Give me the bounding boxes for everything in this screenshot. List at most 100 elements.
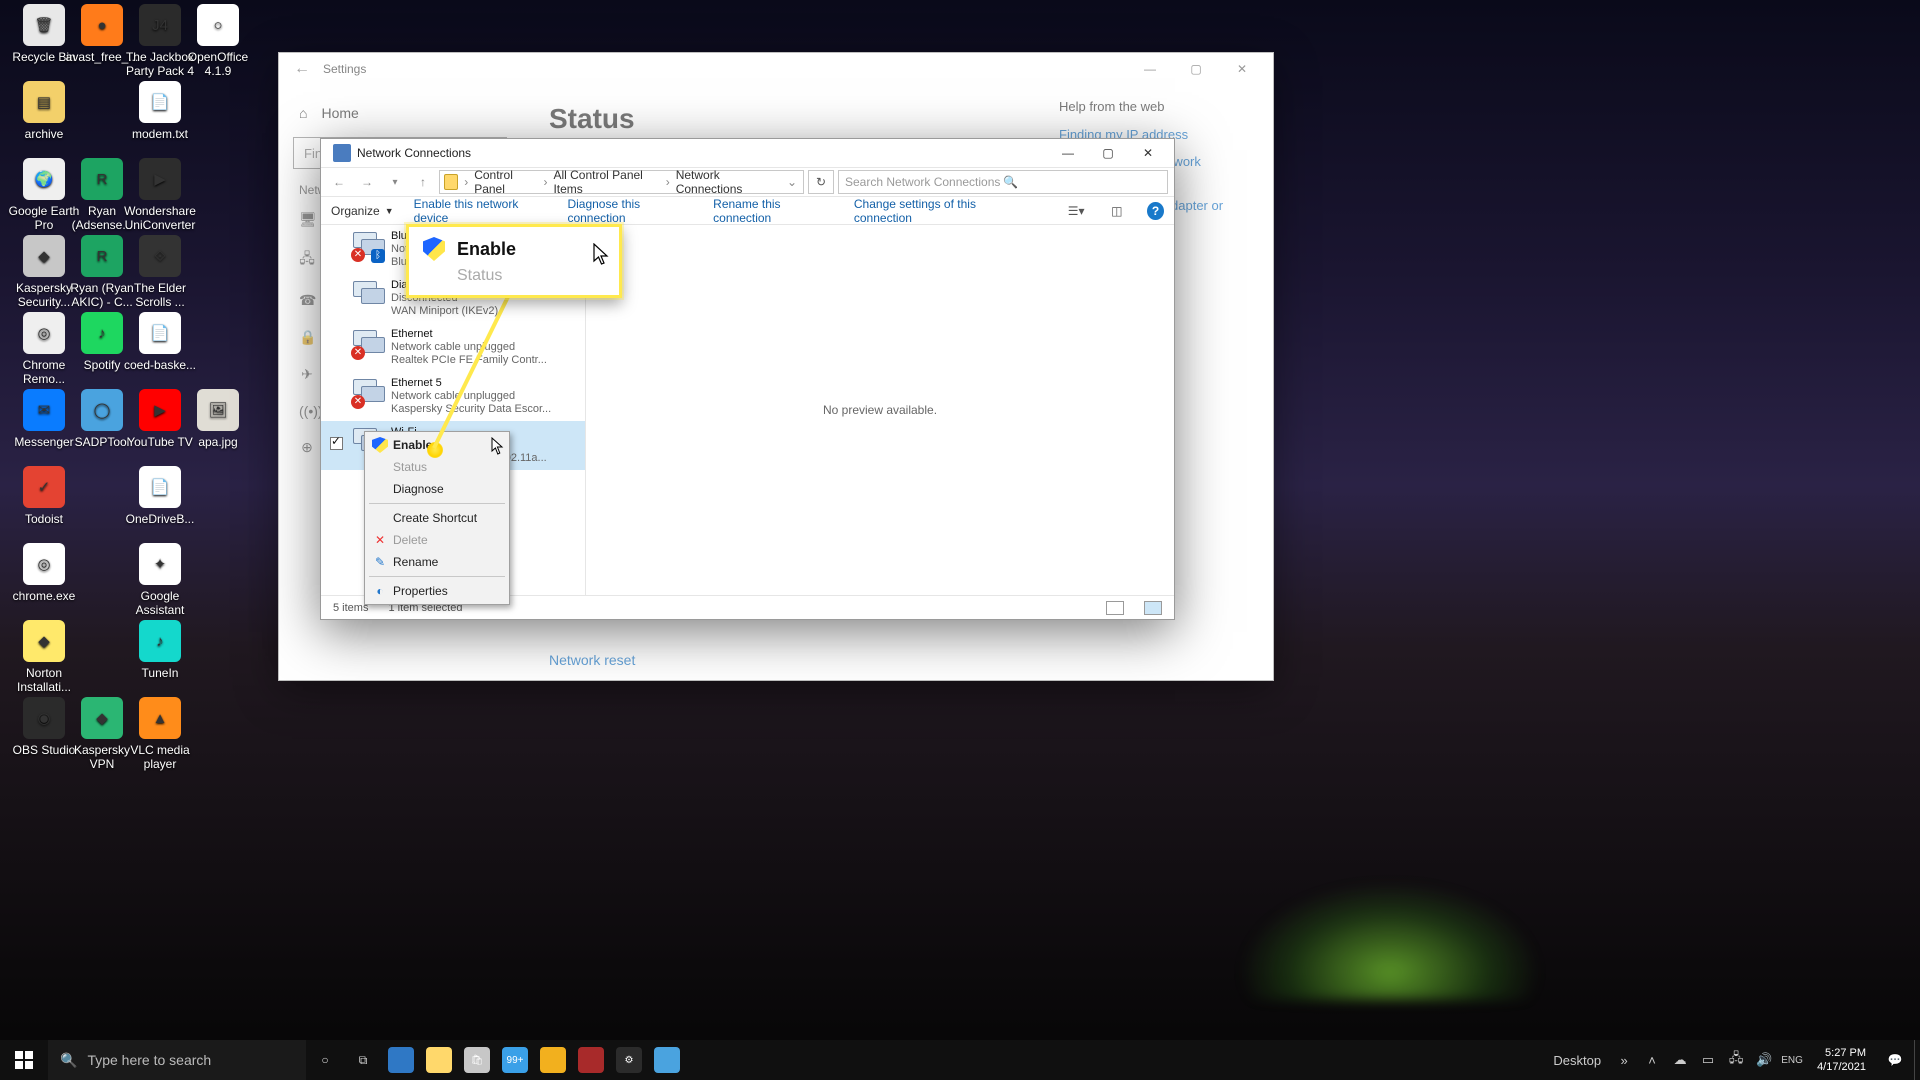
system-tray: Desktop » ˄ ☁ ▭ 🖧 🔊 ENG <box>1549 1049 1807 1071</box>
desktop-icon[interactable]: ✓Todoist <box>6 466 82 526</box>
explorer-titlebar[interactable]: Network Connections ― ▢ ✕ <box>321 139 1174 167</box>
toolbar-enable[interactable]: Enable this network device <box>414 197 548 225</box>
clock-date: 4/17/2021 <box>1817 1060 1866 1074</box>
desktop-icon[interactable]: ▶Wondershare UniConverter <box>122 158 198 232</box>
menu-item-properties[interactable]: ◐Properties <box>367 580 507 602</box>
rename-icon: ✎ <box>372 554 388 570</box>
menu-item-create-shortcut[interactable]: Create Shortcut <box>367 507 507 529</box>
tray-volume-icon[interactable]: 🔊 <box>1753 1052 1775 1068</box>
crumb[interactable]: Control Panel <box>472 168 539 196</box>
desktop-icon[interactable]: ♪TuneIn <box>122 620 198 680</box>
shield-icon <box>423 237 445 261</box>
nav-icon: ((•)) <box>299 403 315 419</box>
checkbox-icon[interactable] <box>330 437 343 450</box>
tray-onedrive-icon[interactable]: ☁ <box>1669 1052 1691 1068</box>
view-tiles-icon[interactable] <box>1144 601 1162 615</box>
menu-item-status: Status <box>367 456 507 478</box>
nav-up[interactable]: ↑ <box>411 175 435 189</box>
nav-icon: 🖥 <box>299 211 315 228</box>
nav-recent[interactable]: ▾ <box>383 177 407 188</box>
enable-callout: Enable Status <box>406 224 622 298</box>
menu-label: Properties <box>393 584 448 598</box>
start-button[interactable] <box>0 1040 48 1080</box>
close-button[interactable]: ✕ <box>1219 54 1265 84</box>
desktop-icon[interactable]: 📄coed-baske... <box>122 312 198 372</box>
toolbar-change[interactable]: Change settings of this connection <box>854 197 1026 225</box>
maximize-button[interactable]: ▢ <box>1173 54 1219 84</box>
tray-overflow-icon[interactable]: » <box>1613 1053 1635 1068</box>
search-input[interactable]: Search Network Connections🔍 <box>838 170 1168 194</box>
desktop-icon[interactable]: ▲VLC media player <box>122 697 198 771</box>
view-details-icon[interactable] <box>1106 601 1124 615</box>
back-button[interactable]: ← <box>287 60 317 78</box>
desktop-icon[interactable]: ▤archive <box>6 81 82 141</box>
desktop-icon[interactable]: ◆Norton Installati... <box>6 620 82 694</box>
taskbar-chrome[interactable] <box>534 1040 572 1080</box>
clock-time: 5:27 PM <box>1817 1046 1866 1060</box>
taskbar-settings-gear[interactable]: ⚙ <box>610 1040 648 1080</box>
cortana-icon[interactable]: ○ <box>306 1040 344 1080</box>
callout-status-label: Status <box>457 267 502 285</box>
toolbar-rename[interactable]: Rename this connection <box>713 197 834 225</box>
nav-back[interactable]: ← <box>327 175 351 189</box>
crumb[interactable]: Network Connections <box>674 168 777 196</box>
taskbar-brave[interactable] <box>572 1040 610 1080</box>
menu-label: Rename <box>393 555 438 569</box>
tray-meet-now-icon[interactable]: ▭ <box>1697 1052 1719 1068</box>
network-reset-link[interactable]: Network reset <box>549 652 635 668</box>
desktop-icon[interactable]: 🖼apa.jpg <box>180 389 256 449</box>
history-chevron-icon[interactable]: ⌄ <box>785 175 799 189</box>
organize-menu[interactable]: Organize▼ <box>331 204 394 218</box>
tray-language-icon[interactable]: ENG <box>1781 1055 1803 1066</box>
breadcrumb[interactable]: › Control Panel› All Control Panel Items… <box>439 170 804 194</box>
minimize-button[interactable]: ― <box>1048 140 1088 166</box>
taskbar-search[interactable]: 🔍Type here to search <box>48 1040 306 1080</box>
tray-desktop-label[interactable]: Desktop <box>1553 1053 1607 1068</box>
taskbar-file-explorer[interactable] <box>420 1040 458 1080</box>
taskbar-task-view[interactable]: ⧉ <box>344 1040 382 1080</box>
menu-label: Create Shortcut <box>393 511 477 525</box>
taskbar-store[interactable]: 🛍 <box>458 1040 496 1080</box>
toolbar-diagnose[interactable]: Diagnose this connection <box>567 197 693 225</box>
explorer-toolbar: Organize▼ Enable this network device Dia… <box>321 197 1174 225</box>
menu-item-diagnose[interactable]: Diagnose <box>367 478 507 500</box>
help-heading: Help from the web <box>1059 99 1249 114</box>
adapter-item[interactable]: ✕Ethernet 5Network cable unpluggedKasper… <box>321 372 585 421</box>
desktop-icon[interactable]: ✦Google Assistant <box>122 543 198 617</box>
crumb[interactable]: All Control Panel Items <box>551 168 661 196</box>
search-placeholder: Search Network Connections <box>845 175 1003 189</box>
nav-forward[interactable]: → <box>355 175 379 189</box>
refresh-button[interactable]: ↻ <box>808 170 834 194</box>
taskbar-clock[interactable]: 5:27 PM 4/17/2021 <box>1807 1046 1876 1074</box>
nav-icon: ✈ <box>299 366 315 383</box>
desktop-icon[interactable]: ◎chrome.exe <box>6 543 82 603</box>
desktop-icon[interactable]: ○OpenOffice 4.1.9 <box>180 4 256 78</box>
taskbar-explorer-active[interactable] <box>648 1040 686 1080</box>
callout-enable-label: Enable <box>457 239 516 260</box>
view-menu-icon[interactable]: ☰▾ <box>1066 200 1087 222</box>
menu-item-rename[interactable]: ✎ Rename <box>367 551 507 573</box>
desktop-icon[interactable]: ⟐The Elder Scrolls ... <box>122 235 198 309</box>
help-icon[interactable]: ? <box>1147 202 1164 220</box>
window-title: Network Connections <box>357 146 1048 160</box>
taskbar-edge[interactable] <box>382 1040 420 1080</box>
minimize-button[interactable]: ― <box>1127 54 1173 84</box>
menu-item-enable[interactable]: Enable <box>367 434 507 456</box>
desktop-icon[interactable]: 📄modem.txt <box>122 81 198 141</box>
maximize-button[interactable]: ▢ <box>1088 140 1128 166</box>
taskbar-weather[interactable]: 99+ <box>496 1040 534 1080</box>
preview-pane-icon[interactable]: ◫ <box>1107 200 1128 222</box>
address-bar-row: ← → ▾ ↑ › Control Panel› All Control Pan… <box>321 167 1174 197</box>
tray-overflow-chevron-icon[interactable]: ˄ <box>1641 1053 1663 1068</box>
home-label: Home <box>321 105 358 121</box>
settings-titlebar[interactable]: ← Settings ― ▢ ✕ <box>279 53 1273 85</box>
tray-network-icon[interactable]: 🖧 <box>1725 1049 1747 1071</box>
show-desktop-button[interactable] <box>1914 1040 1920 1080</box>
action-center-icon[interactable]: 💬 <box>1876 1040 1914 1080</box>
sidebar-home[interactable]: ⌂ Home <box>279 95 521 131</box>
home-icon: ⌂ <box>299 105 307 121</box>
adapter-item[interactable]: ✕EthernetNetwork cable unpluggedRealtek … <box>321 323 585 372</box>
nav-icon: ☎ <box>299 292 315 309</box>
close-button[interactable]: ✕ <box>1128 140 1168 166</box>
desktop-icon[interactable]: 📄OneDriveB... <box>122 466 198 526</box>
